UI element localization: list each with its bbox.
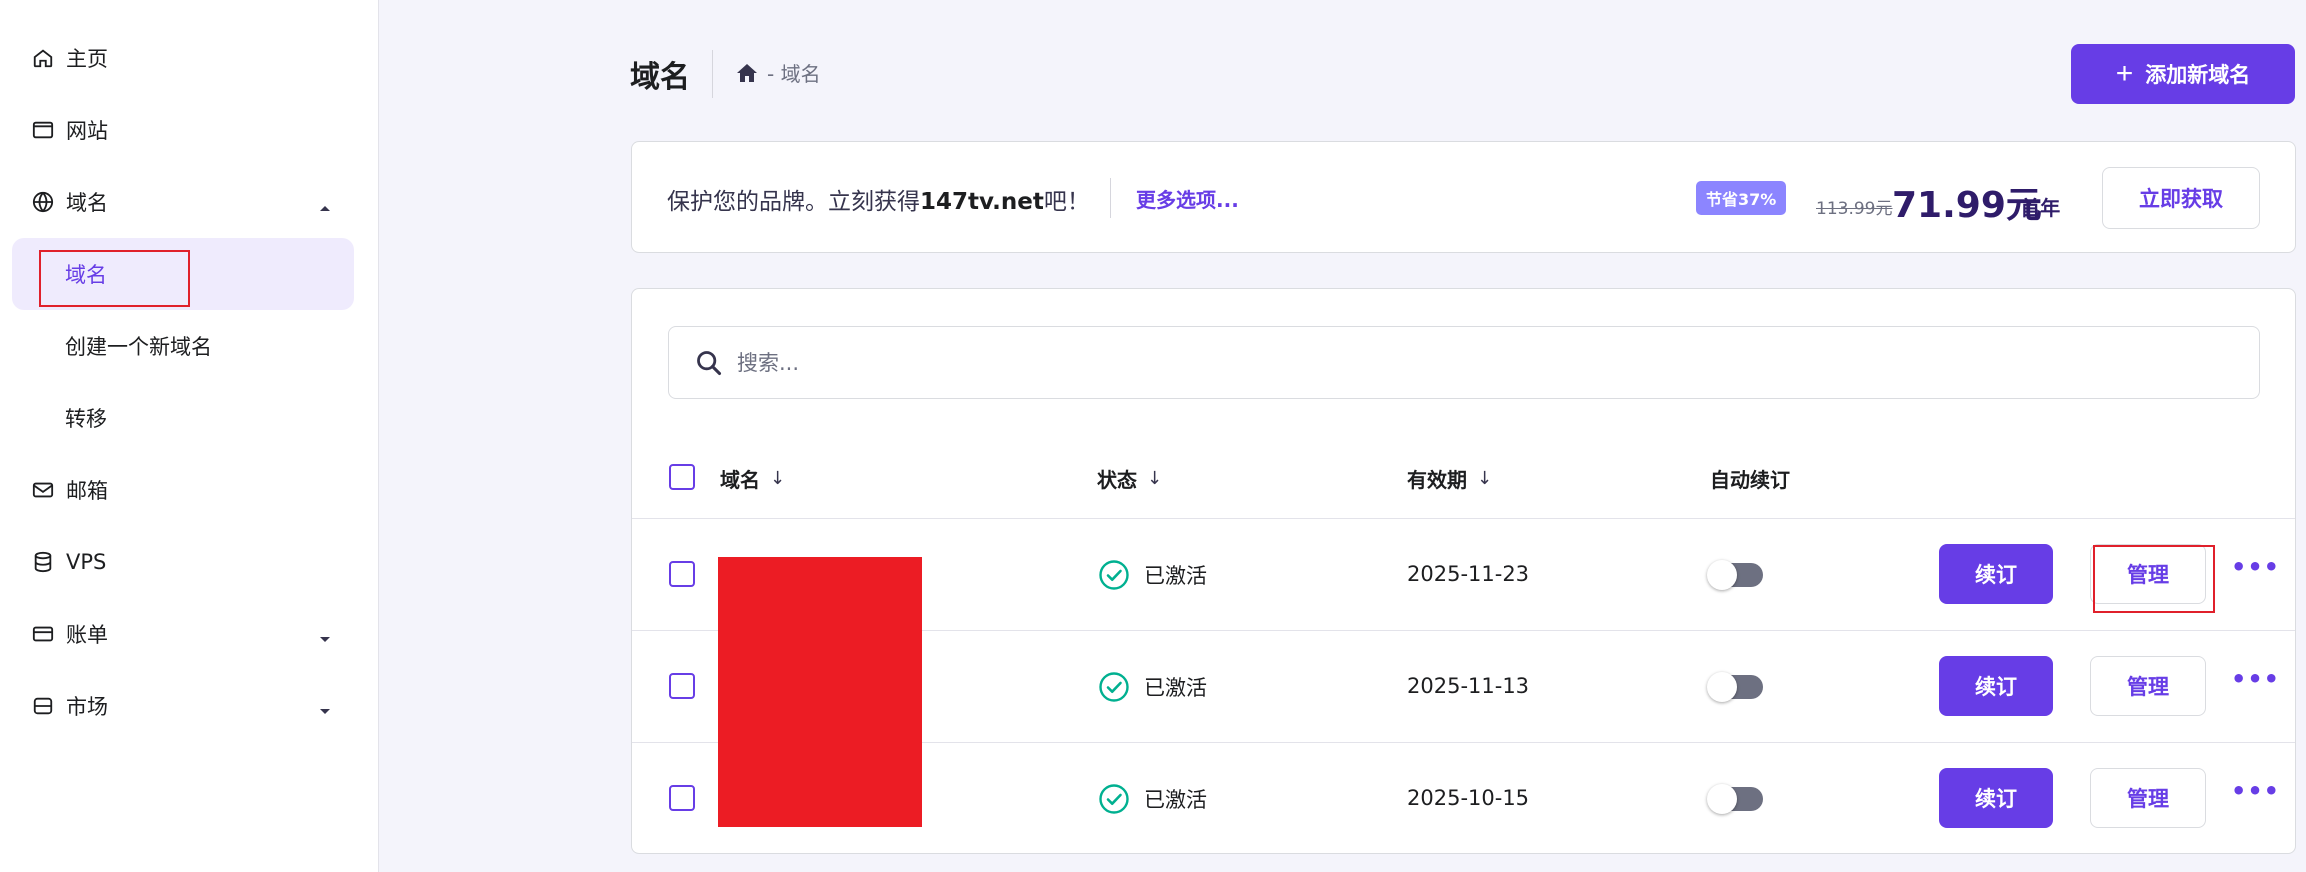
sort-arrow-icon: ↓ — [1147, 468, 1163, 489]
page-title: 域名 — [630, 60, 690, 95]
database-icon — [30, 549, 56, 575]
sort-arrow-icon: ↓ — [1477, 468, 1493, 489]
sidebar: 主页 网站 域名 域名 创建一个新域名 转移 邮箱 VPS 账单 市场 — [0, 0, 379, 872]
credit-card-icon — [30, 621, 56, 647]
auto-renew-toggle[interactable] — [1707, 784, 1763, 814]
sort-arrow-icon: ↓ — [770, 468, 786, 489]
store-icon — [30, 693, 56, 719]
sidebar-item-label: 网站 — [66, 119, 108, 143]
sidebar-item-billing[interactable]: 账单 — [12, 598, 354, 670]
plus-icon: + — [2115, 57, 2134, 90]
toggle-knob — [1707, 560, 1737, 590]
home-icon — [30, 45, 56, 71]
auto-renew-toggle[interactable] — [1707, 560, 1763, 590]
add-domain-button[interactable]: + 添加新域名 — [2071, 44, 2295, 104]
column-header-expiry[interactable]: 有效期 ↓ — [1407, 464, 1492, 493]
domains-table-card: 域名 ↓ 状态 ↓ 有效期 ↓ 自动续订 已激活 2025-11-23 续订 管理 •… — [631, 288, 2296, 854]
sidebar-subitem-domains[interactable]: 域名 — [12, 238, 354, 310]
add-domain-label: 添加新域名 — [2145, 64, 2251, 87]
row-checkbox[interactable] — [669, 673, 695, 699]
status-text: 已激活 — [1144, 564, 1207, 588]
sidebar-item-label: 市场 — [66, 695, 108, 719]
status-cell: 已激活 — [1098, 783, 1207, 815]
column-header-auto-renew: 自动续订 — [1710, 464, 1790, 493]
sidebar-item-label: 账单 — [66, 623, 108, 647]
status-cell: 已激活 — [1098, 671, 1207, 703]
promo-domain: 147tv.net — [920, 189, 1044, 215]
sidebar-subitem-create-domain[interactable]: 创建一个新域名 — [12, 310, 354, 382]
breadcrumb: - 域名 — [735, 58, 821, 87]
expiry-date: 2025-10-15 — [1407, 786, 1530, 810]
select-all-checkbox[interactable] — [669, 464, 695, 490]
more-options-icon[interactable]: ••• — [2231, 553, 2280, 581]
chevron-down-icon — [318, 626, 332, 650]
sidebar-item-home[interactable]: 主页 — [12, 22, 354, 94]
column-header-label: 状态 — [1097, 468, 1137, 492]
promo-divider — [1110, 178, 1111, 218]
sidebar-item-domains[interactable]: 域名 — [12, 166, 354, 238]
column-header-label: 自动续订 — [1710, 468, 1790, 492]
mail-icon — [30, 477, 56, 503]
title-divider — [712, 50, 713, 98]
renew-button[interactable]: 续订 — [1939, 544, 2053, 604]
sidebar-item-label: 域名 — [66, 191, 108, 215]
column-header-status[interactable]: 状态 ↓ — [1097, 464, 1162, 493]
sidebar-item-label: 域名 — [65, 263, 107, 287]
auto-renew-toggle[interactable] — [1707, 672, 1763, 702]
old-price: 113.99元 — [1816, 199, 1893, 219]
discount-badge: 节省37% — [1696, 181, 1787, 215]
promo-banner: 保护您的品牌。立刻获得147tv.net吧！ 更多选项... 节省37% 113… — [631, 141, 2296, 253]
chevron-up-icon — [318, 194, 332, 218]
redacted-domain-names — [718, 557, 922, 827]
promo-text: 保护您的品牌。立刻获得147tv.net吧！ — [667, 182, 1090, 216]
sidebar-item-label: 创建一个新域名 — [65, 335, 212, 359]
breadcrumb-current: - 域名 — [767, 62, 821, 86]
search-box[interactable] — [668, 326, 2260, 399]
sidebar-item-label: VPS — [66, 550, 107, 574]
more-options-icon[interactable]: ••• — [2231, 777, 2280, 805]
sidebar-item-marketplace[interactable]: 市场 — [12, 670, 354, 742]
check-circle-icon — [1099, 784, 1129, 814]
promo-text-after: 吧！ — [1043, 189, 1090, 215]
manage-button[interactable]: 管理 — [2090, 544, 2206, 604]
expiry-date: 2025-11-23 — [1407, 562, 1530, 586]
toggle-knob — [1707, 672, 1737, 702]
column-header-label: 域名 — [720, 468, 760, 492]
sidebar-item-email[interactable]: 邮箱 — [12, 454, 354, 526]
sidebar-item-label: 转移 — [65, 407, 107, 431]
home-icon[interactable] — [735, 62, 759, 84]
row-checkbox[interactable] — [669, 561, 695, 587]
renew-button[interactable]: 续订 — [1939, 656, 2053, 716]
status-text: 已激活 — [1144, 676, 1207, 700]
check-circle-icon — [1099, 560, 1129, 590]
globe-icon — [30, 189, 56, 215]
status-cell: 已激活 — [1098, 559, 1207, 591]
price-period: /首年 — [2013, 196, 2061, 220]
check-circle-icon — [1099, 672, 1129, 702]
browser-window-icon — [30, 117, 56, 143]
sidebar-subitem-transfer[interactable]: 转移 — [12, 382, 354, 454]
sidebar-item-label: 主页 — [66, 47, 108, 71]
sidebar-item-label: 邮箱 — [66, 479, 108, 503]
promo-text-before: 保护您的品牌。立刻获得 — [667, 189, 920, 215]
sidebar-item-websites[interactable]: 网站 — [12, 94, 354, 166]
get-now-button[interactable]: 立即获取 — [2102, 167, 2260, 229]
row-divider — [632, 518, 2295, 519]
column-header-domain[interactable]: 域名 ↓ — [720, 464, 785, 493]
manage-button[interactable]: 管理 — [2090, 768, 2206, 828]
more-options-icon[interactable]: ••• — [2231, 665, 2280, 693]
more-options-link[interactable]: 更多选项... — [1136, 184, 1239, 213]
search-input[interactable] — [737, 350, 2137, 375]
sidebar-item-vps[interactable]: VPS — [12, 526, 354, 598]
column-header-label: 有效期 — [1407, 468, 1467, 492]
renew-button[interactable]: 续订 — [1939, 768, 2053, 828]
manage-button[interactable]: 管理 — [2090, 656, 2206, 716]
expiry-date: 2025-11-13 — [1407, 674, 1530, 698]
search-icon — [697, 350, 722, 375]
row-checkbox[interactable] — [669, 785, 695, 811]
chevron-down-icon — [318, 698, 332, 722]
status-text: 已激活 — [1144, 788, 1207, 812]
toggle-knob — [1707, 784, 1737, 814]
